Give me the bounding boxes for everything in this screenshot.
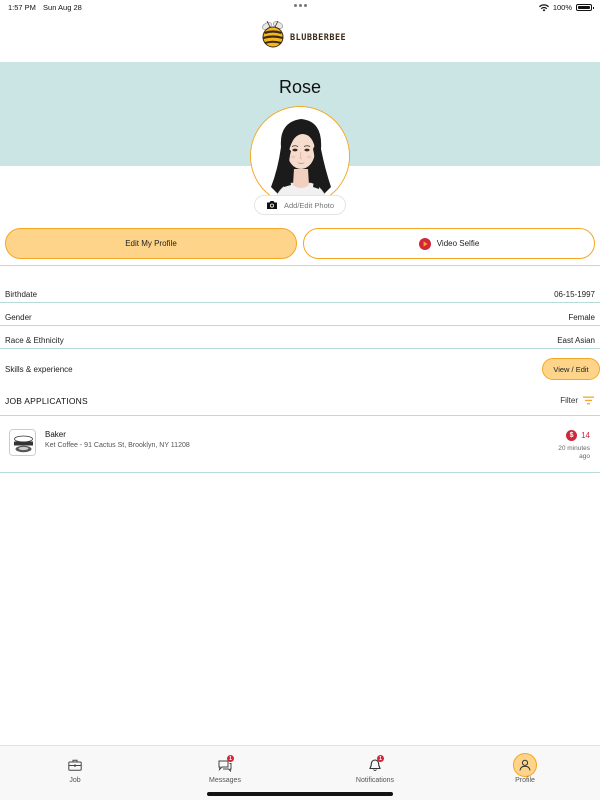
tab-job[interactable]: Job <box>0 746 150 800</box>
avatar-illustration <box>251 107 349 205</box>
filter-icon <box>583 396 594 405</box>
profile-icon <box>519 759 531 771</box>
divider <box>0 472 600 473</box>
skills-label: Skills & experience <box>5 365 73 374</box>
avatar[interactable] <box>250 106 350 206</box>
briefcase-icon <box>68 759 82 771</box>
job-application-item[interactable]: Baker Ket Coffee - 91 Cactus St, Brookly… <box>0 418 600 472</box>
divider <box>0 325 600 326</box>
divider <box>0 265 600 266</box>
divider <box>0 415 600 416</box>
field-value: East Asian <box>557 336 595 345</box>
battery-percent: 100% <box>552 3 572 12</box>
video-selfie-button[interactable]: Video Selfie <box>303 228 595 259</box>
messages-badge: 1 <box>227 755 234 762</box>
notifications-badge: 1 <box>377 755 384 762</box>
profile-name: Rose <box>278 77 322 97</box>
job-time: 20 minutes ago <box>558 445 590 460</box>
status-date: Sun Aug 28 <box>43 3 82 12</box>
coffee-shop-logo-icon <box>10 430 35 455</box>
job-title: Baker <box>45 430 66 439</box>
company-logo <box>9 429 36 456</box>
tab-label: Profile <box>515 777 535 784</box>
job-location: Ket Coffee - 91 Cactus St, Brooklyn, NY … <box>45 442 190 449</box>
status-time: 1:57 PM <box>8 3 36 12</box>
tab-label: Messages <box>209 777 241 784</box>
view-edit-skills-button[interactable]: View / Edit <box>542 358 600 380</box>
dollar-icon: $ <box>566 430 578 441</box>
wifi-icon <box>538 3 549 11</box>
play-icon <box>418 237 431 250</box>
divider <box>0 302 600 303</box>
filter-label: Filter <box>560 396 578 405</box>
field-value: 06-15-1997 <box>554 290 595 299</box>
job-pay: $ 14 <box>566 430 590 441</box>
job-applications-title: JOB APPLICATIONS <box>5 396 88 406</box>
multitask-dots-icon[interactable] <box>294 4 307 7</box>
edit-profile-button[interactable]: Edit My Profile <box>5 228 297 259</box>
battery-icon <box>576 4 594 11</box>
field-value: Female <box>568 313 595 322</box>
video-selfie-label: Video Selfie <box>436 239 480 248</box>
divider <box>0 348 600 349</box>
add-edit-photo-button[interactable]: Add/Edit Photo <box>254 195 346 215</box>
add-edit-photo-label: Add/Edit Photo <box>283 200 335 210</box>
view-edit-label: View / Edit <box>553 364 589 374</box>
logo-text: BLUBBERBEE <box>290 33 347 43</box>
camera-icon <box>266 201 277 209</box>
tab-label: Notifications <box>355 777 395 784</box>
app-header: BLUBBERBEE <box>0 14 600 62</box>
status-bar: 1:57 PM Sun Aug 28 100% <box>0 0 600 14</box>
filter-button[interactable]: Filter <box>560 396 594 405</box>
edit-profile-label: Edit My Profile <box>125 239 177 248</box>
home-indicator[interactable] <box>207 792 393 796</box>
field-label: Race & Ethnicity <box>5 336 64 345</box>
field-label: Gender <box>5 313 32 322</box>
pay-amount: 14 <box>581 431 590 440</box>
tab-profile[interactable]: Profile <box>450 746 600 800</box>
bee-logo-icon <box>262 20 284 48</box>
tab-label: Job <box>69 777 81 784</box>
field-label: Birthdate <box>5 290 38 299</box>
app-logo: BLUBBERBEE <box>258 18 346 50</box>
